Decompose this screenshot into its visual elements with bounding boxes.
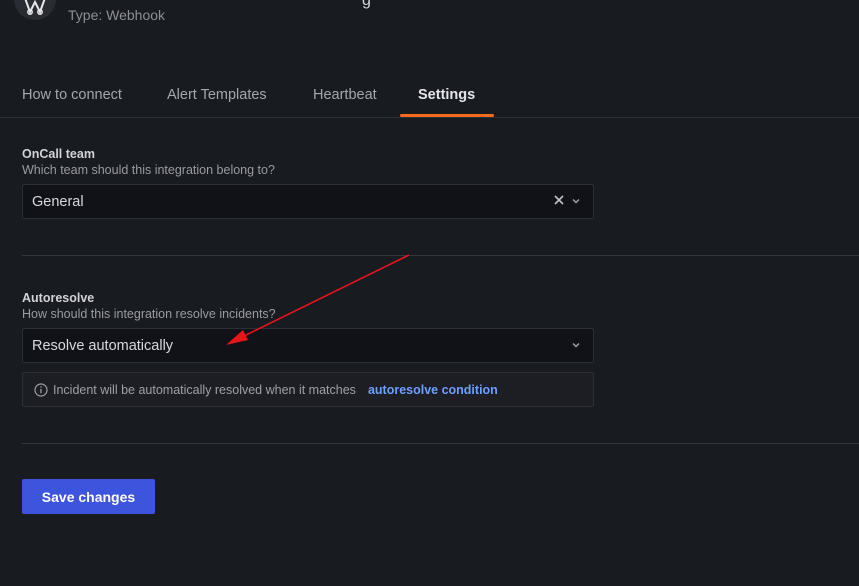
section-divider bbox=[22, 255, 859, 256]
autoresolve-condition-link[interactable]: autoresolve condition bbox=[368, 383, 498, 397]
info-icon bbox=[34, 382, 48, 397]
integration-type: Type: Webhook bbox=[68, 7, 166, 23]
team-label: OnCall team bbox=[22, 147, 95, 161]
team-description: Which team should this integration belon… bbox=[22, 163, 275, 177]
autoresolve-info-text: Incident will be automatically resolved … bbox=[53, 382, 356, 397]
tab-heartbeat[interactable]: Heartbeat bbox=[313, 87, 377, 103]
integration-avatar bbox=[14, 0, 56, 20]
autoresolve-description: How should this integration resolve inci… bbox=[22, 307, 276, 321]
team-select-value: General bbox=[32, 193, 84, 210]
webhook-icon bbox=[24, 0, 46, 15]
tab-settings[interactable]: Settings bbox=[418, 87, 475, 103]
integration-settings-page: g Type: Webhook How to connect Alert Tem… bbox=[0, 0, 859, 586]
autoresolve-select-value: Resolve automatically bbox=[32, 337, 174, 354]
tab-bar: How to connect Alert Templates Heartbeat… bbox=[0, 78, 859, 118]
chevron-down-icon[interactable] bbox=[571, 338, 581, 354]
tab-how-to-connect[interactable]: How to connect bbox=[22, 87, 122, 103]
autoresolve-info-box: Incident will be automatically resolved … bbox=[22, 372, 594, 407]
save-changes-button[interactable]: Save changes bbox=[22, 479, 155, 514]
active-tab-indicator bbox=[400, 114, 494, 117]
autoresolve-select[interactable]: Resolve automatically bbox=[22, 328, 594, 363]
section-divider bbox=[22, 443, 859, 444]
team-select[interactable]: General bbox=[22, 184, 594, 219]
autoresolve-label: Autoresolve bbox=[22, 291, 95, 305]
clear-icon[interactable] bbox=[553, 194, 565, 210]
integration-title: g bbox=[362, 0, 371, 9]
chevron-down-icon[interactable] bbox=[571, 194, 581, 210]
tab-alert-templates[interactable]: Alert Templates bbox=[167, 87, 267, 103]
